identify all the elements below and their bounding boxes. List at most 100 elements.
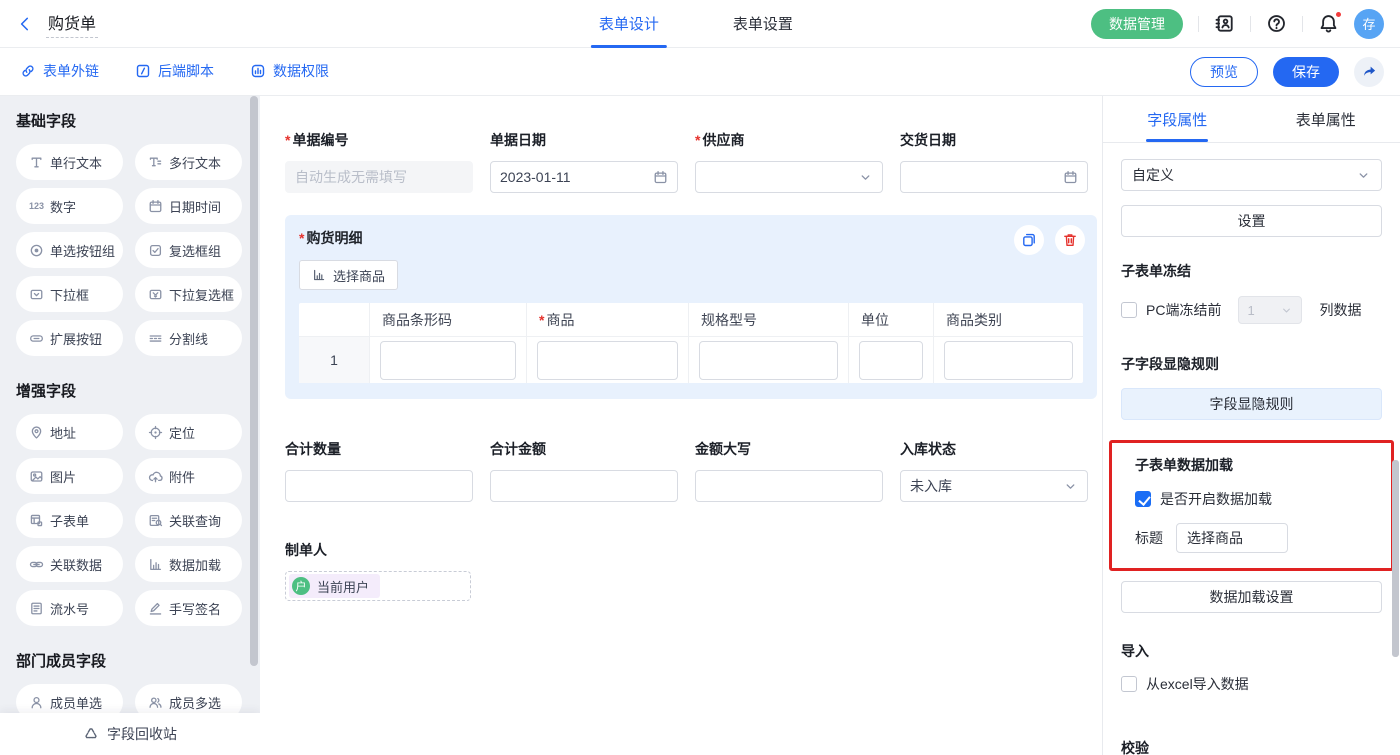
dropdown-icon [29,287,44,302]
sidebar-item-data-load[interactable]: 数据加载 [135,546,242,582]
number-icon: 123 [29,201,44,211]
maker-value-box[interactable]: 户 当前用户 [285,571,471,601]
sidebar-item-serial-number[interactable]: 流水号 [16,590,123,626]
single-line-text-icon [29,155,44,170]
form-external-link-link[interactable]: 表单外链 [20,61,99,81]
attachment-icon [148,469,163,484]
extend-button-icon [29,331,44,346]
property-panel: 字段属性 表单属性 自定义 设置 子表单冻结 PC端冻结前 1 列数据 子字段显… [1102,96,1400,755]
sidebar-item-number[interactable]: 123数字 [16,188,123,224]
sidebar-item-location[interactable]: 定位 [135,414,242,450]
data-permission-link[interactable]: 数据权限 [250,61,329,81]
delivery-date-input[interactable] [900,161,1088,193]
excel-import-checkbox[interactable] [1121,676,1137,692]
multi-line-text-icon [148,155,163,170]
sidebar-scrollbar[interactable] [250,96,258,666]
tab-form-design[interactable]: 表单设计 [593,0,665,48]
field-label: *供应商 [695,130,883,150]
maker-label: 制单人 [285,540,1097,560]
visibility-rules-button[interactable]: 字段显隐规则 [1121,388,1382,420]
field-type-select[interactable]: 自定义 [1121,159,1382,191]
field-maker[interactable]: 制单人 户 当前用户 [285,540,1097,601]
table-cell-input[interactable] [699,341,838,380]
form-title[interactable]: 购货单 [46,9,98,38]
form-toolbar: 表单外链 后端脚本 数据权限 预览 保存 [0,48,1400,96]
preview-button[interactable]: 预览 [1190,57,1258,87]
sidebar-item-image[interactable]: 图片 [16,458,123,494]
avatar[interactable]: 存 [1354,9,1384,39]
sidebar-item-radio-group[interactable]: 单选按钮组 [16,232,123,268]
table-row-number: 1 [299,337,369,383]
order-date-input[interactable]: 2023-01-11 [490,161,678,193]
sidebar-item-attachment[interactable]: 附件 [135,458,242,494]
field-storage-status[interactable]: 入库状态未入库 [900,439,1088,502]
help-icon[interactable] [1266,13,1287,34]
panel-scrollbar[interactable] [1392,460,1399,657]
field-supplier[interactable]: *供应商 [695,130,883,193]
storage-status-input[interactable]: 未入库 [900,470,1088,502]
supplier-input[interactable] [695,161,883,193]
freeze-count-select[interactable]: 1 [1238,296,1302,324]
sidebar-item-dropdown[interactable]: 下拉框 [16,276,123,312]
field-delivery-date[interactable]: 交货日期 [900,130,1088,193]
notification-bell-icon[interactable] [1318,13,1339,34]
order-no-input[interactable]: 自动生成无需填写 [285,161,473,193]
sidebar-item-related-data[interactable]: 关联数据 [16,546,123,582]
sidebar-item-dropdown-multi[interactable]: 下拉复选框 [135,276,242,312]
sidebar-item-address[interactable]: 地址 [16,414,123,450]
tab-form-properties[interactable]: 表单属性 [1252,96,1400,142]
sidebar-item-datetime[interactable]: 日期时间 [135,188,242,224]
sidebar-item-multi-line-text[interactable]: 多行文本 [135,144,242,180]
field-total-amount[interactable]: 合计金额 [490,439,678,502]
table-cell-input[interactable] [380,341,516,380]
contacts-book-icon[interactable] [1214,13,1235,34]
dataload-title-input[interactable]: 选择商品 [1176,523,1288,553]
field-amount-in-words[interactable]: 金额大写 [695,439,883,502]
table-cell-input[interactable] [859,341,923,380]
enable-dataload-checkbox[interactable] [1135,491,1151,507]
tab-form-settings[interactable]: 表单设置 [727,0,799,48]
tab-field-properties[interactable]: 字段属性 [1103,96,1252,142]
field-total-qty[interactable]: 合计数量 [285,439,473,502]
sidebar-item-divider[interactable]: 分割线 [135,320,242,356]
save-button[interactable]: 保存 [1273,57,1339,87]
sidebar-item-handwritten-signature[interactable]: 手写签名 [135,590,242,626]
sidebar-item-related-query[interactable]: 关联查询 [135,502,242,538]
settings-button[interactable]: 设置 [1121,205,1382,237]
dataload-settings-button[interactable]: 数据加载设置 [1121,581,1382,613]
field-label: 交货日期 [900,130,1088,150]
freeze-checkbox[interactable] [1121,302,1137,318]
table-header-rownum [299,303,369,336]
field-order-no[interactable]: *单据编号自动生成无需填写 [285,130,473,193]
sidebar-item-extend-button[interactable]: 扩展按钮 [16,320,123,356]
copy-subform-button[interactable] [1014,225,1044,255]
recycle-icon [83,726,99,742]
sidebar-section-title: 增强字段 [16,380,242,401]
back-icon[interactable] [16,15,34,33]
delete-subform-button[interactable] [1055,225,1085,255]
field-order-date[interactable]: 单据日期2023-01-11 [490,130,678,193]
table-cell-input[interactable] [537,341,678,380]
select-product-button[interactable]: 选择商品 [299,260,398,290]
dataload-title-label: 标题 [1135,528,1163,548]
table-cell [848,337,933,383]
total-amount-input[interactable] [490,470,678,502]
data-manage-button[interactable]: 数据管理 [1091,9,1183,39]
amount-in-words-input[interactable] [695,470,883,502]
subform-icon [29,513,44,528]
visibility-rules-title: 子字段显隐规则 [1121,354,1382,374]
divider [1250,16,1251,32]
sidebar-item-checkbox-group[interactable]: 复选框组 [135,232,242,268]
table-cell-input[interactable] [944,341,1073,380]
backend-script-link[interactable]: 后端脚本 [135,61,214,81]
total-qty-input[interactable] [285,470,473,502]
sidebar-item-subform[interactable]: 子表单 [16,502,123,538]
subform-purchase-detail[interactable]: *购货明细 选择商品 商品条形码*商品规格型号单位商品类别 1 [285,215,1097,399]
table-header-cell: 商品类别 [933,303,1083,336]
field-recycle-bin-button[interactable]: 字段回收站 [0,713,260,755]
share-button[interactable] [1354,57,1384,87]
trash-icon [1062,232,1078,248]
checkbox-group-icon [148,243,163,258]
sidebar-item-single-line-text[interactable]: 单行文本 [16,144,123,180]
divider-icon [148,331,163,346]
